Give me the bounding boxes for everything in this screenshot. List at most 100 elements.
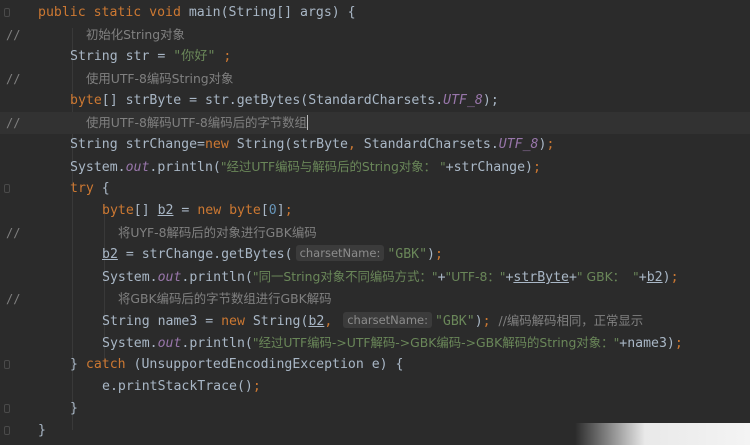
code-token: 初始化String对象 <box>86 27 185 42</box>
comment-marker: // <box>6 28 21 42</box>
code-token: "UTF-8：" <box>445 269 506 284</box>
fold-toggle-icon[interactable] <box>4 426 10 435</box>
code-token: ; <box>546 137 555 152</box>
code-token: UTF_8 <box>498 137 539 152</box>
code-text: byte[] strByte = str.getBytes(StandardCh… <box>70 90 499 112</box>
code-token: } <box>70 357 86 372</box>
code-token: } <box>70 401 78 416</box>
code-token: new byte <box>197 203 261 218</box>
code-line[interactable]: // 将GBK编码后的字节数组进行GBK解码 <box>0 288 750 310</box>
code-text: 使用UTF-8解码UTF-8编码后的字节数组 <box>86 112 308 135</box>
variable-token: b2 <box>646 270 663 285</box>
code-line[interactable]: System.out.println("同一String对象不同编码方式：" + "… <box>0 266 750 288</box>
code-line[interactable]: System.out.println("经过UTF编码与解码后的String对象… <box>0 156 750 178</box>
code-line[interactable]: // 使用UTF-8解码UTF-8编码后的字节数组 <box>0 112 750 134</box>
code-text: System.out.println("同一String对象不同编码方式：" + "… <box>102 266 679 289</box>
code-token: new <box>204 137 237 152</box>
code-text: 使用UTF-8编码String对象 <box>86 68 233 91</box>
variable-token: b2 <box>308 314 325 329</box>
code-text: String name3 = new String(b2, charsetNam… <box>102 310 643 333</box>
code-token: +strChange) <box>445 160 533 175</box>
code-token: ; <box>252 379 261 394</box>
code-token: ; <box>215 49 232 64</box>
code-token: UTF_8 <box>443 93 483 108</box>
code-token: ; <box>533 160 541 175</box>
code-line[interactable]: String strChange=new String(strByte, Sta… <box>0 134 750 156</box>
code-token: +name3) <box>619 336 675 351</box>
code-token: new <box>221 314 253 329</box>
code-token: "同一String对象不同编码方式：" <box>252 269 438 284</box>
code-line[interactable]: System.out.println("经过UTF编码->UTF解码->GBK编… <box>0 332 750 354</box>
code-token: ; <box>674 336 683 351</box>
code-token: main(String[] args) { <box>188 5 356 20</box>
code-editor[interactable]: public static void main(String[] args) {… <box>0 0 750 445</box>
code-line[interactable]: String name3 = new String(b2, charsetNam… <box>0 310 750 332</box>
code-token: StandardCharsets. <box>363 137 499 152</box>
comment-marker: // <box>6 226 21 240</box>
code-token: [] strByte = str.getBytes(StandardCharse… <box>101 93 444 108</box>
code-text: e.printStackTrace(); <box>102 376 261 398</box>
code-token: ; <box>284 203 293 218</box>
code-line[interactable]: try { <box>0 178 750 200</box>
code-token: public static void <box>38 5 189 20</box>
variable-token: b2 <box>102 247 118 262</box>
code-token: "经过UTF编码与解码后的String对象： " <box>220 159 446 174</box>
code-token: out <box>157 270 182 285</box>
code-token: ) <box>474 314 483 329</box>
code-token: try <box>70 181 102 196</box>
code-token: [] <box>133 203 158 218</box>
code-line[interactable]: } <box>0 398 750 420</box>
code-token: { <box>101 181 110 196</box>
code-token: 使用UTF-8解码UTF-8编码后的字节数组 <box>86 115 307 130</box>
code-text: b2 = strChange.getBytes(charsetName: "GBK… <box>102 244 443 266</box>
watermark <box>575 423 750 445</box>
code-token: String( <box>252 314 309 329</box>
code-line[interactable]: byte[] strByte = str.getBytes(StandardCh… <box>0 90 750 112</box>
code-token: = strChange.getBytes( <box>117 247 293 262</box>
code-line[interactable]: } catch (UnsupportedEncodingException e)… <box>0 354 750 376</box>
code-token: System. <box>102 270 158 285</box>
code-token: ; <box>434 247 443 262</box>
code-text: String str = "你好" ; <box>70 46 231 68</box>
code-token: "GBK" <box>434 314 475 329</box>
code-text: byte[] b2 = new byte[0]; <box>102 200 293 222</box>
code-line[interactable]: b2 = strChange.getBytes(charsetName: "GBK… <box>0 244 750 266</box>
code-token: 将GBK编码后的字节数组进行GBK解码 <box>118 291 332 306</box>
fold-toggle-icon[interactable] <box>4 8 10 17</box>
code-token: String name3 = <box>102 314 222 329</box>
code-token: System. <box>102 336 158 351</box>
code-token: 使用UTF-8编码String对象 <box>86 71 234 86</box>
code-text: public static void main(String[] args) { <box>38 2 356 24</box>
code-token: out <box>157 336 182 351</box>
comment-marker: // <box>6 116 21 130</box>
code-text: String strChange=new String(strByte, Sta… <box>70 134 554 156</box>
code-line[interactable]: e.printStackTrace(); <box>0 376 750 398</box>
code-token: 将UYF-8解码后的对象进行GBK编码 <box>118 225 317 240</box>
fold-toggle-icon[interactable] <box>4 360 10 369</box>
code-token: ; <box>670 270 679 285</box>
code-line[interactable]: // 将UYF-8解码后的对象进行GBK编码 <box>0 222 750 244</box>
code-line[interactable]: byte[] b2 = new byte[0]; <box>0 200 750 222</box>
code-token: byte <box>102 203 134 218</box>
code-token: String(strByte <box>236 137 348 152</box>
code-token: + <box>638 270 647 285</box>
code-token: byte <box>70 93 102 108</box>
code-text: System.out.println("经过UTF编码->UTF解码->GBK编… <box>102 332 683 355</box>
code-line[interactable]: // 初始化String对象 <box>0 24 750 46</box>
code-line[interactable]: // 使用UTF-8编码String对象 <box>0 68 750 90</box>
code-token: ] <box>276 203 285 218</box>
code-token: .println( <box>149 160 221 175</box>
code-text: } catch (UnsupportedEncodingException e)… <box>70 354 403 376</box>
fold-toggle-icon[interactable] <box>4 404 10 413</box>
code-token: .println( <box>181 336 253 351</box>
text-caret <box>306 115 308 130</box>
code-line[interactable]: String str = "你好" ; <box>0 46 750 68</box>
code-token: out <box>125 160 150 175</box>
fold-toggle-icon[interactable] <box>4 184 10 193</box>
code-line[interactable]: public static void main(String[] args) { <box>0 2 750 24</box>
code-text: 将UYF-8解码后的对象进行GBK编码 <box>118 222 317 245</box>
code-token: "GBK" <box>387 247 428 262</box>
code-token: , <box>347 137 364 152</box>
code-token: .println( <box>181 270 253 285</box>
code-token: //编码解码相同，正常显示 <box>498 313 644 328</box>
